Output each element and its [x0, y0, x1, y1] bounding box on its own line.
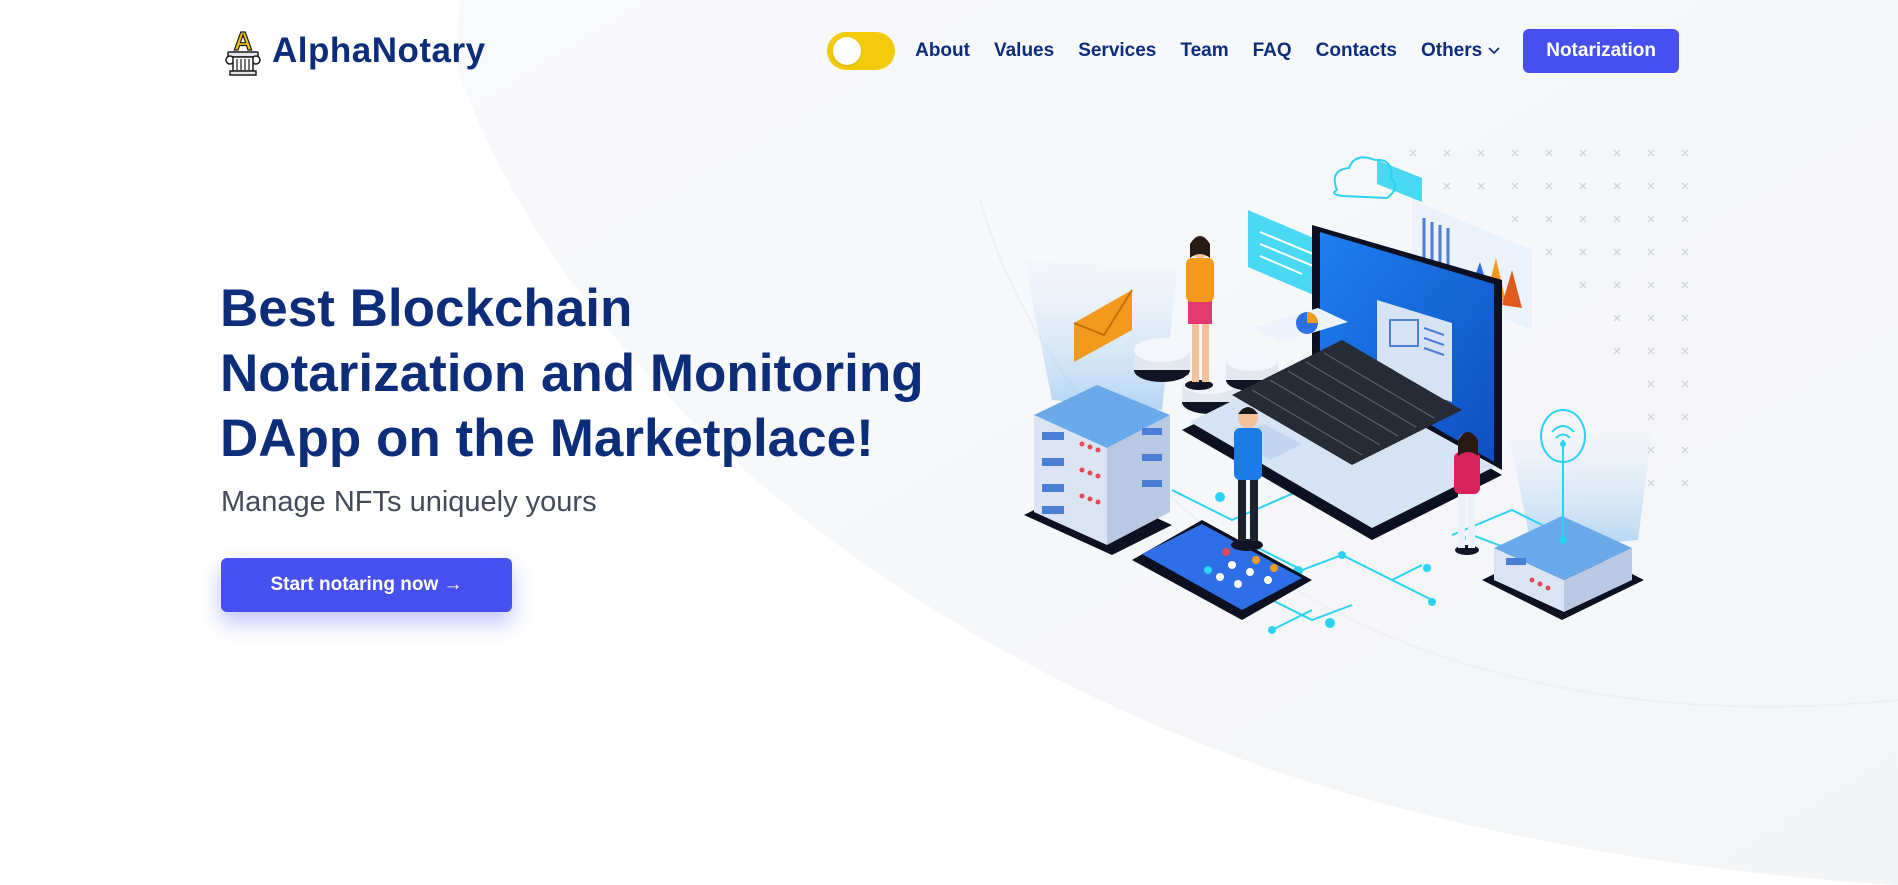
pillar-letter-a-logo-icon: A	[225, 26, 261, 76]
nav-link-team[interactable]: Team	[1180, 40, 1228, 62]
hero-title-line-1: Best Blockchain	[220, 279, 633, 338]
nav-link-faq[interactable]: FAQ	[1253, 40, 1292, 62]
main-navigation: About Values Services Team FAQ Contacts …	[827, 29, 1679, 73]
hero-title: Best Blockchain Notarization and Monitor…	[220, 276, 980, 471]
hero-title-line-3: DApp on the Marketplace!	[220, 409, 874, 468]
hero-subtitle: Manage NFTs uniquely yours	[221, 486, 597, 518]
smartphone	[1132, 520, 1312, 620]
site-header: A AlphaNotary About Values Services Team…	[0, 0, 1898, 104]
nav-link-contacts[interactable]: Contacts	[1316, 40, 1397, 62]
server-stack-left	[1024, 385, 1172, 555]
brand-logo[interactable]: A AlphaNotary	[224, 26, 486, 76]
isometric-blockchain-laptop-illustration	[1024, 149, 1689, 634]
start-notaring-button[interactable]: Start notaring now →	[221, 558, 512, 612]
nav-dropdown-others[interactable]: Others	[1421, 40, 1500, 62]
toggle-knob	[833, 37, 862, 65]
brand-name: AlphaNotary	[272, 31, 486, 70]
notarization-button[interactable]: Notarization	[1523, 29, 1679, 73]
nav-dropdown-label: Others	[1420, 40, 1483, 61]
nav-link-values[interactable]: Values	[994, 40, 1054, 62]
hero-title-line-2: Notarization and Monitoring	[220, 344, 924, 403]
chevron-down-icon	[1488, 47, 1500, 55]
theme-toggle[interactable]	[827, 32, 896, 70]
nav-link-about[interactable]: About	[915, 40, 970, 62]
nav-link-services[interactable]: Services	[1078, 40, 1156, 62]
